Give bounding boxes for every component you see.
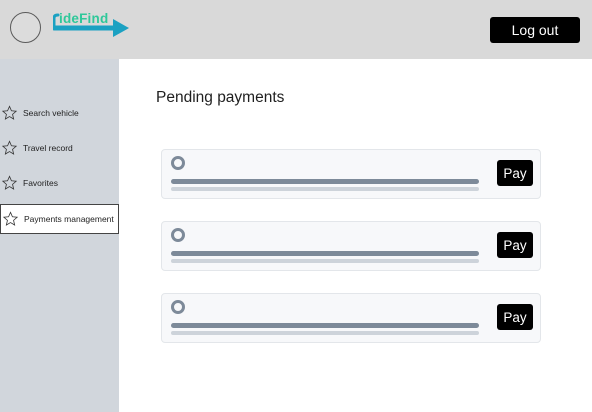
- star-icon: [1, 140, 18, 155]
- top-header: ideFind Log out: [0, 0, 592, 59]
- ridefind-logo[interactable]: ideFind: [53, 11, 133, 40]
- sidebar-item-favorites[interactable]: Favorites: [0, 168, 119, 198]
- logout-button[interactable]: Log out: [490, 17, 580, 43]
- payment-card: Pay: [161, 293, 541, 343]
- sidebar-item-payments-management[interactable]: Payments management: [0, 204, 119, 234]
- placeholder-subline: [171, 187, 479, 191]
- star-icon: [2, 211, 19, 226]
- star-icon: [1, 175, 18, 190]
- payment-card: Pay: [161, 221, 541, 271]
- avatar[interactable]: [10, 12, 41, 43]
- payment-radio[interactable]: [171, 156, 185, 170]
- star-icon: [1, 105, 18, 120]
- placeholder-line: [171, 251, 479, 256]
- pay-button[interactable]: Pay: [497, 304, 533, 330]
- sidebar-item-search-vehicle[interactable]: Search vehicle: [0, 98, 119, 128]
- sidebar: Search vehicle Travel record Favorites P…: [0, 59, 119, 412]
- sidebar-item-label: Favorites: [23, 178, 58, 188]
- sidebar-item-label: Travel record: [23, 143, 73, 153]
- sidebar-item-label: Search vehicle: [23, 108, 79, 118]
- placeholder-subline: [171, 259, 479, 263]
- payment-card: Pay: [161, 149, 541, 199]
- page-title: Pending payments: [156, 89, 285, 106]
- placeholder-line: [171, 179, 479, 184]
- placeholder-line: [171, 323, 479, 328]
- logo-text: ideFind: [59, 11, 109, 26]
- sidebar-item-label: Payments management: [24, 214, 114, 224]
- pay-button[interactable]: Pay: [497, 232, 533, 258]
- payment-radio[interactable]: [171, 300, 185, 314]
- payment-radio[interactable]: [171, 228, 185, 242]
- sidebar-item-travel-record[interactable]: Travel record: [0, 133, 119, 163]
- placeholder-subline: [171, 331, 479, 335]
- pay-button[interactable]: Pay: [497, 160, 533, 186]
